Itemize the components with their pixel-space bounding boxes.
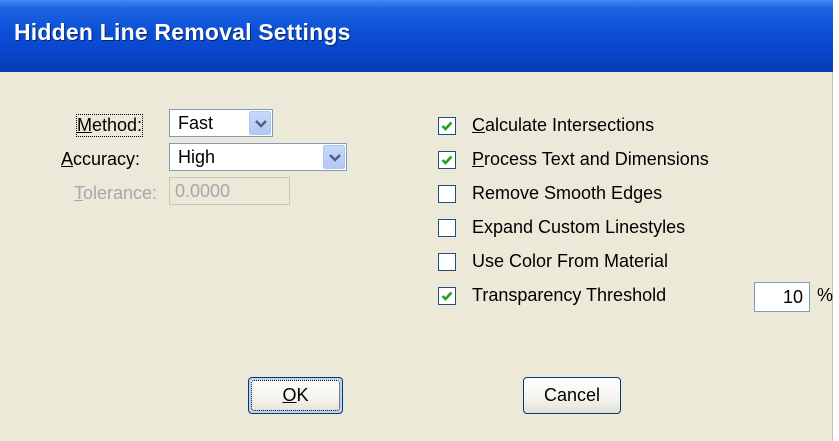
ok-button[interactable]: OK	[248, 377, 343, 414]
title-bar[interactable]: Hidden Line Removal Settings	[0, 0, 833, 72]
calculate-intersections-checkbox[interactable]	[438, 117, 456, 135]
cancel-button[interactable]: Cancel	[523, 377, 621, 414]
process-text-dimensions-checkbox[interactable]	[438, 151, 456, 169]
dialog-title: Hidden Line Removal Settings	[14, 19, 351, 45]
percent-unit-label: %	[817, 285, 834, 305]
process-text-dimensions-label[interactable]: Process Text and Dimensions	[472, 149, 709, 170]
remove-smooth-edges-label[interactable]: Remove Smooth Edges	[472, 183, 662, 204]
expand-custom-linestyles-checkbox[interactable]	[438, 219, 456, 237]
tolerance-field: 0.0000	[169, 177, 290, 205]
expand-custom-linestyles-label[interactable]: Expand Custom Linestyles	[472, 217, 685, 238]
use-color-from-material-checkbox[interactable]	[438, 253, 456, 271]
accuracy-dropdown[interactable]: High	[169, 143, 347, 171]
transparency-threshold-checkbox[interactable]	[438, 287, 456, 305]
transparency-threshold-label[interactable]: Transparency Threshold	[472, 285, 666, 306]
accuracy-dropdown-button[interactable]	[323, 145, 345, 169]
use-color-from-material-label[interactable]: Use Color From Material	[472, 251, 668, 272]
method-dropdown[interactable]: Fast	[169, 109, 273, 137]
checkmark-icon	[441, 155, 453, 165]
checkmark-icon	[441, 291, 453, 301]
tolerance-label: Tolerance:	[74, 183, 158, 203]
dialog-window: Hidden Line Removal Settings Method: Fas…	[0, 0, 833, 441]
remove-smooth-edges-checkbox[interactable]	[438, 185, 456, 203]
accuracy-value: High	[178, 147, 216, 167]
checkmark-icon	[441, 121, 453, 131]
method-dropdown-button[interactable]	[249, 111, 271, 135]
chevron-down-icon	[329, 154, 341, 162]
tolerance-value: 0.0000	[175, 181, 231, 201]
method-value: Fast	[178, 113, 214, 133]
accuracy-label: Accuracy:	[61, 149, 141, 169]
method-label: Method:	[75, 114, 144, 137]
transparency-threshold-value: 10	[782, 287, 803, 307]
calculate-intersections-label[interactable]: Calculate Intersections	[472, 115, 654, 136]
transparency-threshold-input[interactable]: 10	[754, 282, 810, 312]
chevron-down-icon	[255, 120, 267, 128]
